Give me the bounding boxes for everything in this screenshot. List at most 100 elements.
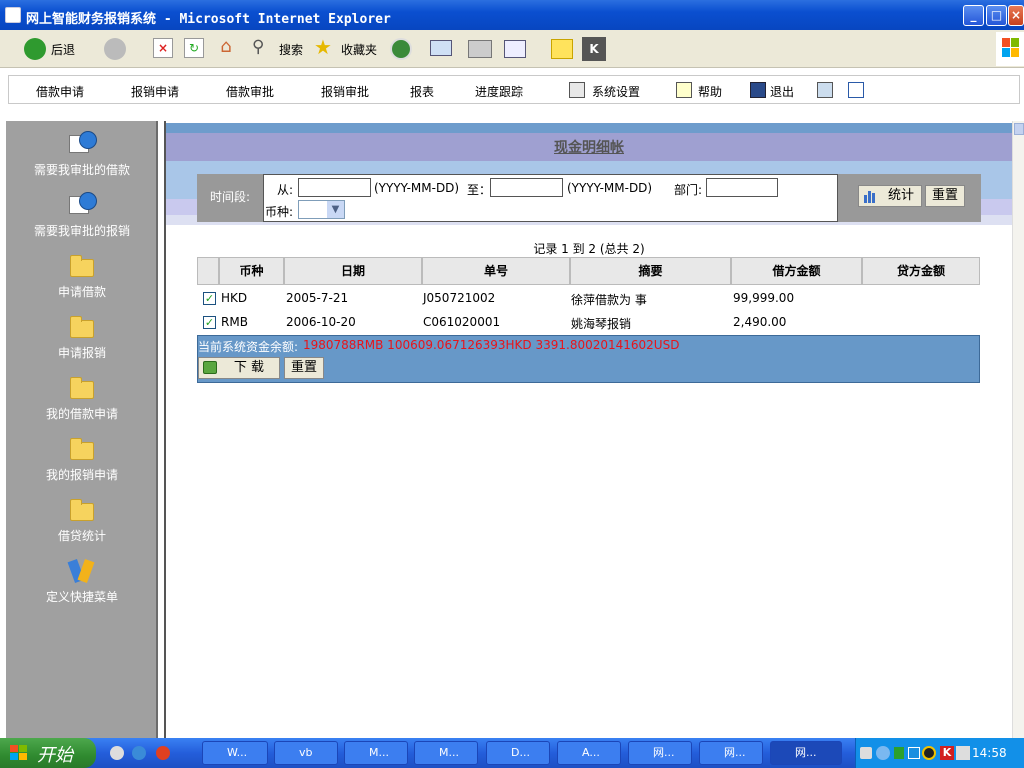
scroll-up-icon[interactable] <box>1014 123 1024 135</box>
menu-loan-approve[interactable]: 借款审批 <box>226 83 274 100</box>
exit-icon[interactable] <box>750 82 766 98</box>
records-summary: 记录 1 到 2 (总共 2) <box>533 242 645 256</box>
menu-exit[interactable]: 退出 <box>770 83 794 100</box>
department-input[interactable] <box>706 178 778 197</box>
menu-reimburse-apply[interactable]: 报销申请 <box>131 83 179 100</box>
window-titlebar: 网上智能财务报销系统 - Microsoft Internet Explorer… <box>0 0 1024 30</box>
k-icon[interactable]: K <box>582 37 606 61</box>
quicklaunch-media-icon[interactable] <box>110 746 124 760</box>
taskbar-item[interactable]: M... <box>344 741 408 765</box>
home-icon[interactable]: ⌂ <box>214 36 238 58</box>
sidebar-item-apply-loan[interactable]: 申请借款 <box>6 253 158 300</box>
list-view-icon[interactable] <box>817 82 833 98</box>
menu-settings[interactable]: 系统设置 <box>592 83 640 100</box>
menu-reimburse-approve[interactable]: 报销审批 <box>321 83 369 100</box>
minimize-button[interactable]: _ <box>963 5 984 26</box>
print-icon[interactable] <box>468 40 492 58</box>
menu-loan-apply[interactable]: 借款申请 <box>36 83 84 100</box>
start-button[interactable]: 开始 <box>0 738 96 768</box>
row-checkbox[interactable]: ✓ <box>203 316 216 329</box>
taskbar-item[interactable]: 网... <box>699 741 763 765</box>
tray-app-icon[interactable] <box>894 747 904 759</box>
back-arrow-icon[interactable] <box>24 38 46 60</box>
history-icon[interactable] <box>390 38 412 60</box>
close-button[interactable]: × <box>1008 5 1024 26</box>
left-sidebar: 需要我审批的借款 需要我审批的报销 申请借款 申请报销 我的借款申请 我的报销申… <box>6 121 158 738</box>
search-icon[interactable]: ⚲ <box>252 37 274 59</box>
edit-icon[interactable] <box>504 40 526 58</box>
menu-reports[interactable]: 报表 <box>410 83 434 100</box>
menu-progress[interactable]: 进度跟踪 <box>475 83 523 100</box>
window-view-icon[interactable] <box>848 82 864 98</box>
sidebar-item-apply-reimbursement[interactable]: 申请报销 <box>6 314 158 361</box>
to-date-input[interactable] <box>490 178 563 197</box>
qq-icon[interactable] <box>922 746 936 760</box>
from-date-input[interactable] <box>298 178 371 197</box>
stop-icon[interactable]: × <box>153 38 173 58</box>
table-cell-summary: 徐萍借款为 事 <box>571 293 647 307</box>
menu-help[interactable]: 帮助 <box>698 83 722 100</box>
keyboard-icon[interactable] <box>860 747 872 759</box>
help-icon[interactable] <box>676 82 692 98</box>
reset-filter-button[interactable]: 重置 <box>925 185 965 207</box>
taskbar-item[interactable]: D... <box>486 741 550 765</box>
period-label: 时间段: <box>209 190 251 204</box>
row-checkbox[interactable]: ✓ <box>203 292 216 305</box>
tray-arrow-icon[interactable] <box>876 746 890 760</box>
volume-icon[interactable] <box>956 746 970 760</box>
table-header-select <box>197 257 219 285</box>
globe-calendar-icon <box>67 192 97 218</box>
to-label: 至： <box>467 183 492 197</box>
ie-page-icon <box>5 7 21 23</box>
favorites-star-icon[interactable]: ★ <box>314 35 338 59</box>
currency-label: 币种: <box>265 205 294 219</box>
quicklaunch-browser-icon[interactable] <box>156 746 170 760</box>
antivirus-icon[interactable]: K <box>940 746 954 760</box>
taskbar-item[interactable]: W... <box>202 741 268 765</box>
mail-icon[interactable] <box>430 40 452 56</box>
currency-select[interactable]: ▼ <box>298 200 345 219</box>
vertical-scrollbar[interactable] <box>1012 121 1024 738</box>
chevron-down-icon: ▼ <box>327 201 344 218</box>
table-header-date: 日期 <box>284 257 422 285</box>
start-label: 开始 <box>37 745 73 766</box>
table-header-credit: 贷方金额 <box>862 257 980 285</box>
sidebar-item-my-reimbursements[interactable]: 我的报销申请 <box>6 436 158 483</box>
network-icon[interactable] <box>908 747 920 759</box>
page-title-band: 现金明细帐 <box>166 133 1012 161</box>
sidebar-item-loans-to-approve[interactable]: 需要我审批的借款 <box>6 131 158 178</box>
taskbar-item[interactable]: vb <box>274 741 338 765</box>
reset-button[interactable]: 重置 <box>284 357 324 379</box>
search-button[interactable]: 搜索 <box>279 41 303 58</box>
table-cell-date: 2005-7-21 <box>286 291 349 305</box>
filter-fields: 从: (YYYY-MM-DD) 至： (YYYY-MM-DD) 部门: 币种: … <box>263 174 838 222</box>
settings-icon[interactable] <box>569 82 585 98</box>
ie-toolbar: 后退 × ↻ ⌂ ⚲ 搜索 ★ 收藏夹 K <box>0 30 1024 68</box>
sidebar-item-loan-stats[interactable]: 借贷统计 <box>6 497 158 544</box>
taskbar-item[interactable]: 网... <box>628 741 692 765</box>
taskbar-item-active[interactable]: 网... <box>770 741 842 765</box>
page-title: 现金明细帐 <box>554 140 624 156</box>
windows-logo-icon <box>10 745 28 761</box>
sidebar-item-my-loans[interactable]: 我的借款申请 <box>6 375 158 422</box>
maximize-button[interactable]: □ <box>986 5 1007 26</box>
balance-value: 1980788RMB 100609.067126393HKD 3391.8002… <box>303 338 680 352</box>
taskbar-item[interactable]: A... <box>557 741 621 765</box>
to-date-hint: (YYYY-MM-DD) <box>567 181 653 195</box>
bar-chart-icon <box>863 189 878 203</box>
refresh-icon[interactable]: ↻ <box>184 38 204 58</box>
table-header-currency: 币种 <box>219 257 284 285</box>
sidebar-item-reimbursements-to-approve[interactable]: 需要我审批的报销 <box>6 192 158 239</box>
table-header-debit: 借方金额 <box>731 257 862 285</box>
folder-icon <box>67 436 97 462</box>
back-button[interactable]: 后退 <box>51 41 75 58</box>
forward-arrow-icon[interactable] <box>104 38 126 60</box>
globe-calendar-icon <box>67 131 97 157</box>
quicklaunch-ie-icon[interactable] <box>132 746 146 760</box>
favorites-button[interactable]: 收藏夹 <box>341 41 377 58</box>
table-cell-date: 2006-10-20 <box>286 315 356 329</box>
sidebar-item-shortcut-menu[interactable]: 定义快捷菜单 <box>6 558 158 605</box>
discuss-icon[interactable] <box>551 39 573 59</box>
download-icon <box>203 361 217 374</box>
taskbar-item[interactable]: M... <box>414 741 478 765</box>
